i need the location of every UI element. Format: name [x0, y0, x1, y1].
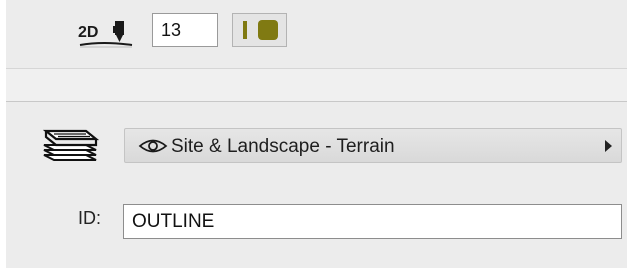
- divider: [6, 101, 627, 102]
- pen-mode-label: 2D: [78, 24, 98, 41]
- id-field[interactable]: OUTLINE: [123, 204, 622, 239]
- layer-selector[interactable]: Site & Landscape - Terrain: [124, 128, 622, 163]
- section-separator: [6, 69, 627, 101]
- layer-stack-icon: [38, 128, 100, 162]
- 2d-pen-icon: 2D: [78, 20, 134, 50]
- pen-color-sample: [258, 20, 278, 40]
- pen-color-swatch[interactable]: [232, 13, 287, 47]
- chevron-right-icon[interactable]: [605, 140, 612, 152]
- pen-number-field[interactable]: 13: [152, 13, 218, 47]
- pen-line-sample: [243, 21, 247, 39]
- layer-name: Site & Landscape - Terrain: [171, 136, 395, 157]
- id-label: ID:: [78, 208, 102, 228]
- eye-icon[interactable]: [138, 138, 168, 154]
